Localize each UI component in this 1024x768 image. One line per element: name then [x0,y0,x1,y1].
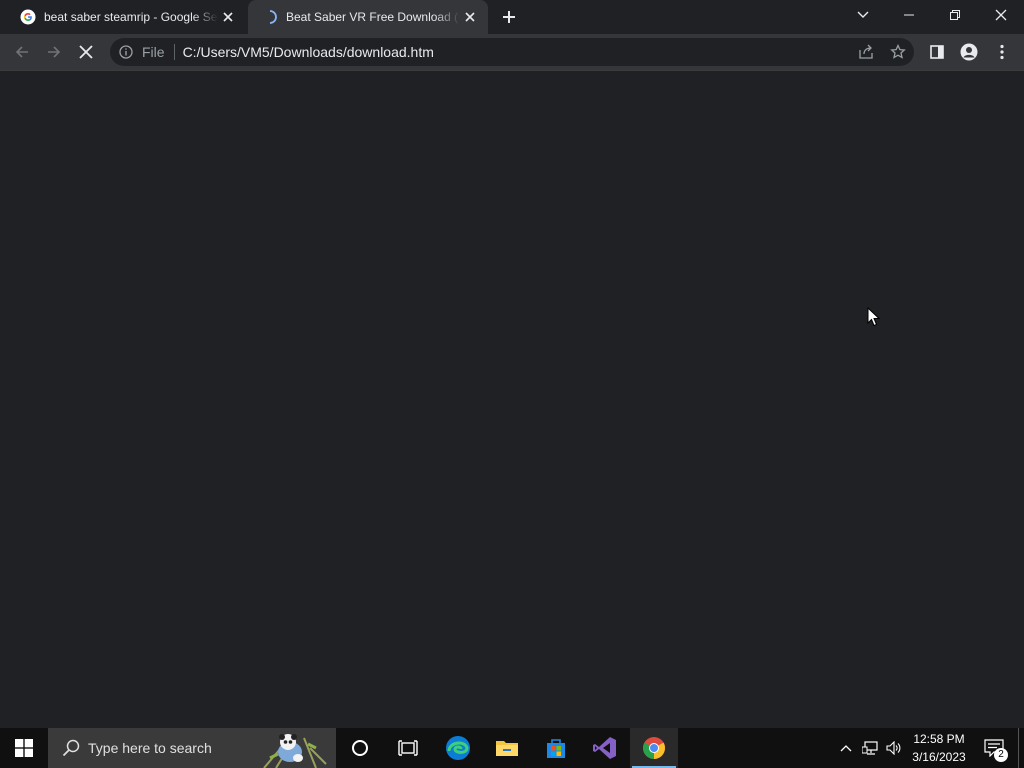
profile-icon [960,43,978,61]
microsoft-store-icon [547,739,565,758]
url-text[interactable]: C:/Users/VM5/Downloads/download.htm [183,44,434,60]
taskbar: Type here to search 12:58 PM 3/16/2023 2 [0,728,1024,768]
minimize-button[interactable] [886,0,932,30]
plus-icon [503,11,515,23]
back-arrow-icon [15,46,28,58]
close-window-button[interactable] [978,0,1024,30]
restore-button[interactable] [932,0,978,30]
start-button[interactable] [0,728,48,768]
clock-date: 3/16/2023 [912,750,966,764]
taskbar-search[interactable]: Type here to search [48,728,336,768]
network-button[interactable] [860,728,882,768]
separator [173,44,175,60]
chrome-icon [643,737,665,759]
new-tab-button[interactable] [498,6,520,28]
speaker-icon [886,741,901,755]
address-bar[interactable]: File C:/Users/VM5/Downloads/download.htm [110,38,914,66]
search-placeholder: Type here to search [88,740,212,756]
file-explorer-icon [496,741,518,756]
close-icon [995,9,1007,21]
task-view-icon [398,740,418,756]
volume-button[interactable] [884,728,904,768]
visual-studio-icon [593,737,616,759]
edge-icon [446,736,470,760]
back-button[interactable] [8,38,36,66]
side-panel-button[interactable] [923,38,951,66]
network-icon [862,741,878,755]
cortana-icon [352,740,368,756]
loading-spinner-icon [262,9,278,25]
forward-arrow-icon [48,46,61,58]
cortana-button[interactable] [336,728,384,768]
tab-beat-saber[interactable]: Beat Saber VR Free Download (v1.28.0) [248,0,488,34]
file-explorer-button[interactable] [483,728,531,768]
clock-time: 12:58 PM [913,732,965,746]
tab-title: Beat Saber VR Free Download (v1.28.0) [286,10,460,24]
system-clock[interactable]: 12:58 PM 3/16/2023 [906,728,972,768]
notification-count-badge: 2 [994,748,1008,762]
scheme-label: File [142,44,165,60]
tab-title: beat saber steamrip - Google Search [44,10,218,24]
show-hidden-icons-button[interactable] [838,728,854,768]
close-icon [79,45,93,59]
task-view-button[interactable] [384,728,432,768]
chevron-down-icon [857,11,869,18]
profile-button[interactable] [955,38,983,66]
action-center-button[interactable]: 2 [980,728,1008,768]
search-icon [62,739,80,757]
microsoft-store-button[interactable] [532,728,580,768]
tab-search-button[interactable] [840,0,886,30]
tab-strip: beat saber steamrip - Google Search Beat… [0,0,1024,34]
minimize-icon [904,14,914,16]
side-panel-icon [930,45,944,59]
tab-google-search[interactable]: beat saber steamrip - Google Search [8,0,246,34]
windows-logo-icon [15,739,33,757]
star-icon[interactable] [890,44,906,60]
page-content[interactable] [0,71,1024,728]
show-desktop-button[interactable] [1018,728,1024,768]
edge-button[interactable] [434,728,482,768]
share-icon[interactable] [858,44,874,60]
kebab-menu-icon [1000,44,1004,60]
forward-button[interactable] [40,38,68,66]
menu-button[interactable] [988,38,1016,66]
restore-icon [950,10,960,20]
chevron-up-icon [840,745,852,752]
visual-studio-button[interactable] [581,728,629,768]
google-icon [20,9,36,25]
close-icon[interactable] [460,7,480,27]
stop-loading-button[interactable] [72,38,100,66]
browser-toolbar: File C:/Users/VM5/Downloads/download.htm [0,34,1024,71]
close-icon[interactable] [218,7,238,27]
info-icon[interactable] [118,44,134,60]
search-highlight-panda-icon [263,734,327,768]
mouse-cursor-icon [867,307,881,327]
chrome-button[interactable] [630,728,678,768]
